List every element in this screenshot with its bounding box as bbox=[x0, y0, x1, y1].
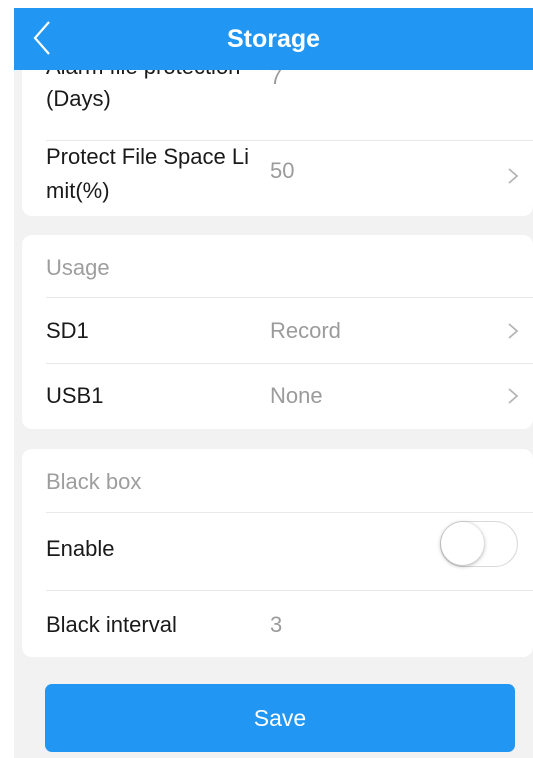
storage-screen: Alarm file protection (Days) 7 Protect F… bbox=[0, 0, 533, 758]
toggle-knob bbox=[441, 522, 484, 565]
alarm-file-protection-row[interactable]: Alarm file protection (Days) 7 bbox=[22, 70, 533, 128]
chevron-left-icon bbox=[33, 21, 50, 55]
chevron-right-icon bbox=[508, 323, 519, 339]
header-bar bbox=[14, 8, 533, 70]
black-interval-value: 3 bbox=[270, 612, 283, 637]
enable-toggle[interactable] bbox=[440, 521, 518, 567]
usb1-label: USB1 bbox=[46, 383, 104, 408]
black-interval-label: Black interval bbox=[46, 612, 177, 637]
blackbox-card: Black box Enable Black interval 3 bbox=[22, 449, 533, 657]
black-interval-row[interactable]: Black interval 3 bbox=[22, 591, 533, 657]
save-button[interactable]: Save bbox=[45, 684, 515, 752]
chevron-right-icon bbox=[508, 168, 519, 184]
usb1-value: None bbox=[270, 383, 323, 408]
alarm-file-protection-value: 7 bbox=[270, 70, 283, 89]
settings-content[interactable]: Alarm file protection (Days) 7 Protect F… bbox=[14, 70, 533, 758]
protect-file-space-row[interactable]: Protect File Space Li mit(%) 50 bbox=[22, 141, 533, 216]
protect-file-space-label-line2: mit(%) bbox=[46, 178, 110, 203]
chevron-right-icon bbox=[508, 388, 519, 404]
usage-row-usb1[interactable]: USB1 None bbox=[22, 364, 533, 429]
usage-row-sd1[interactable]: SD1 Record bbox=[22, 298, 533, 363]
blackbox-section-title: Black box bbox=[46, 469, 142, 494]
back-button[interactable] bbox=[28, 18, 58, 58]
enable-label: Enable bbox=[46, 536, 115, 561]
usage-card: Usage SD1 Record USB1 None bbox=[22, 235, 533, 429]
usage-section-title: Usage bbox=[46, 255, 110, 280]
alarm-file-protection-label-line2: (Days) bbox=[46, 86, 111, 111]
protect-file-space-label-line1: Protect File Space Li bbox=[46, 144, 249, 169]
sd1-label: SD1 bbox=[46, 318, 89, 343]
protect-file-space-value: 50 bbox=[270, 158, 295, 183]
sd1-value: Record bbox=[270, 318, 341, 343]
protection-card: Alarm file protection (Days) 7 Protect F… bbox=[22, 70, 533, 216]
